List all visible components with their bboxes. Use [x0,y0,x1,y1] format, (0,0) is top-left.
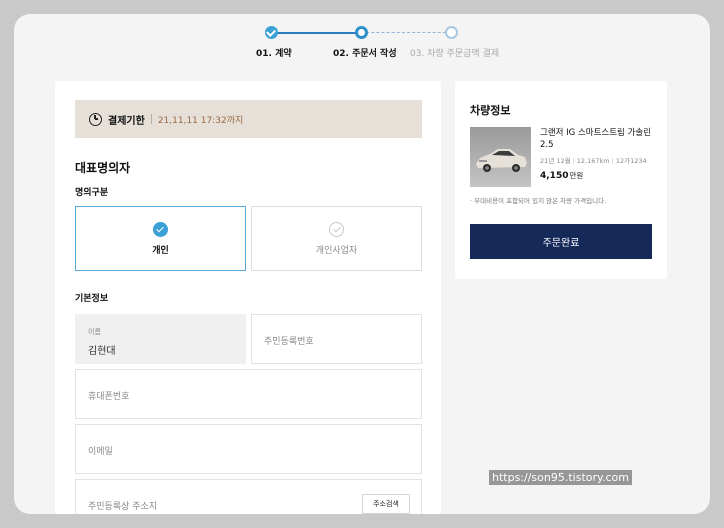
address-field[interactable]: 주민등록상 주소지 주소검색 [75,479,422,514]
order-stepper: 01. 계약 02. 주문서 작성 03. 차량 주문금액 결제 [14,26,710,76]
check-unselected-icon [329,221,344,237]
check-selected-icon [153,221,168,237]
car-model-name: 그랜저 IG 스마트스트림 가솔린 2.5 [540,128,652,150]
deadline-label: 결제기한 [108,115,145,127]
option-individual-label: 개인 [152,245,169,256]
resident-number-placeholder: 주민등록번호 [264,337,314,347]
blog-watermark: https://son95.tistory.com [489,470,632,485]
car-meta: 21년 12월 | 12,167km | 12가1234 [540,157,647,165]
step-payment-label: 03. 차량 주문금액 결제 [410,49,500,59]
step-order-form-label: 02. 주문서 작성 [333,49,397,59]
order-form-panel: 결제기한 21,11,11 17:32까지 대표명의자 명의구분 개인 개인사업… [55,81,441,514]
phone-placeholder: 휴대폰번호 [88,392,130,402]
name-field[interactable]: 이름 김현대 [75,314,246,364]
deadline-value: 21,11,11 17:32까지 [157,115,244,126]
step-contract-label: 01. 계약 [256,49,292,59]
address-placeholder: 주민등록상 주소지 [88,502,158,512]
deadline-divider [150,114,152,124]
email-placeholder: 이메일 [88,447,113,457]
email-field[interactable]: 이메일 [75,424,422,474]
price-note: · 부대비용이 포함되어 있지 않은 차량 가격입니다. [470,197,607,205]
ownership-option-sole-proprietor[interactable]: 개인사업자 [251,206,422,271]
resident-number-field[interactable]: 주민등록번호 [251,314,422,364]
order-complete-button[interactable]: 주문완료 [470,224,652,259]
representative-title: 대표명의자 [75,161,131,175]
app-frame: 01. 계약 02. 주문서 작성 03. 차량 주문금액 결제 결제기한 21… [14,14,710,514]
stepper-line-complete [271,32,361,34]
stepper-line-pending [361,32,451,33]
phone-field[interactable]: 휴대폰번호 [75,369,422,419]
car-image [470,127,531,187]
vehicle-info-title: 차량정보 [470,104,511,117]
name-field-caption: 이름 [88,328,101,336]
car-price: 4,150만원 [540,170,583,181]
car-mileage: 12,167km [576,157,610,165]
step-complete-check-icon [265,26,278,39]
step-pending-dot-icon [445,26,458,39]
basic-info-title: 기본정보 [75,294,109,304]
step-active-dot-icon [355,26,368,39]
name-field-value: 김현대 [88,346,116,357]
vehicle-info-panel: 차량정보 그랜저 IG 스마트스트림 가솔린 2.5 21년 12월 | 12,… [455,81,667,279]
address-search-button[interactable]: 주소검색 [362,494,410,514]
car-year: 21년 12월 [540,157,571,165]
ownership-type-label: 명의구분 [75,188,109,198]
clock-icon [89,112,102,126]
ownership-option-individual[interactable]: 개인 [75,206,246,271]
car-price-unit: 만원 [569,171,584,180]
car-price-value: 4,150 [540,171,569,181]
car-icon [470,127,531,187]
payment-deadline-banner: 결제기한 21,11,11 17:32까지 [75,100,422,138]
car-plate: 12가1234 [615,157,647,165]
option-sole-proprietor-label: 개인사업자 [315,245,358,256]
